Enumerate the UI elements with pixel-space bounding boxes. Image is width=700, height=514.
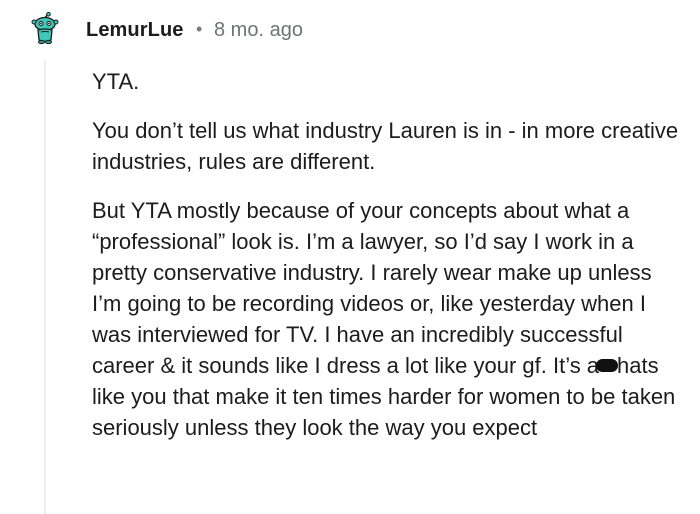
thread-collapse-line[interactable] xyxy=(44,60,46,514)
comment-body: YTA. You don’t tell us what industry Lau… xyxy=(92,66,682,461)
comment-header: LemurLue • 8 mo. ago xyxy=(0,0,700,60)
snoo-avatar-icon[interactable] xyxy=(28,11,62,46)
comment-author-username[interactable]: LemurLue xyxy=(86,19,183,42)
meta-separator: • xyxy=(196,19,203,39)
comment-paragraph: But YTA mostly because of your concepts … xyxy=(92,195,682,443)
redaction-mark xyxy=(596,359,619,373)
comment-paragraph: YTA. xyxy=(92,69,140,94)
comment-paragraph-text: But YTA mostly because of your concepts … xyxy=(92,198,652,378)
comment-paragraph: You don’t tell us what industry Lauren i… xyxy=(92,118,679,174)
comment-timestamp[interactable]: 8 mo. ago xyxy=(214,19,303,42)
